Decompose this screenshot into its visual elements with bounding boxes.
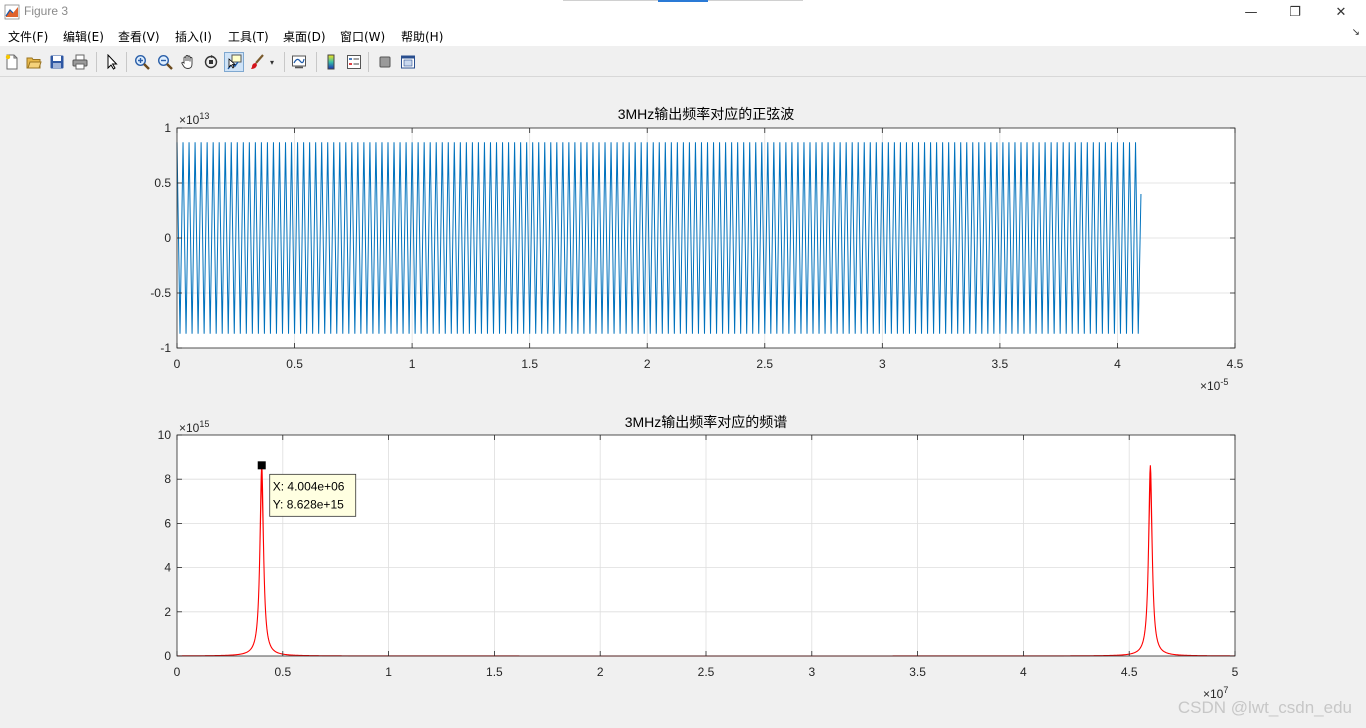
- x-tick-label-spectrum: 0.5: [274, 665, 291, 679]
- show-plot-tools-icon[interactable]: [398, 52, 418, 72]
- pan-hand-icon[interactable]: [178, 52, 198, 72]
- toolbar-separator: [96, 52, 97, 72]
- data-cursor-icon[interactable]: [224, 52, 244, 72]
- x-tick-label-sine: 3: [879, 357, 886, 371]
- minimize-button[interactable]: —: [1228, 0, 1274, 24]
- x-tick-label-spectrum: 2: [597, 665, 604, 679]
- x-tick-label-sine: 1: [409, 357, 416, 371]
- x-tick-label-spectrum: 0: [174, 665, 181, 679]
- subplot-sine-wave: 3MHz输出频率对应的正弦波 0 0.5 1 1.5 2 2.5 3 3.5 4 4.5 -1 -0…: [150, 106, 1243, 393]
- menu-help[interactable]: 帮助(H): [401, 28, 443, 45]
- y-tick-label-sine: 0.5: [154, 176, 171, 190]
- zoom-out-icon[interactable]: [155, 52, 175, 72]
- figure-toolbar: ▾: [0, 48, 1366, 77]
- menu-insert[interactable]: 插入(I): [175, 28, 212, 45]
- x-tick-label-spectrum: 3: [808, 665, 815, 679]
- x-tick-label-sine: 0.5: [286, 357, 303, 371]
- print-icon[interactable]: [70, 52, 90, 72]
- brush-icon[interactable]: [247, 52, 267, 72]
- menu-window[interactable]: 窗口(W): [340, 28, 385, 45]
- datatip-x-text: X: 4.004e+06: [273, 479, 345, 493]
- x-tick-label-spectrum: 1: [385, 665, 392, 679]
- x-tick-label-sine: 4: [1114, 357, 1121, 371]
- window-title: Figure 3: [24, 4, 69, 18]
- figure-canvas: 3MHz输出频率对应的正弦波 0 0.5 1 1.5 2 2.5 3 3.5 4 4.5 -1 -0…: [150, 106, 1243, 701]
- colorbar-icon[interactable]: [321, 52, 341, 72]
- toolbar-separator: [284, 52, 285, 72]
- x-tick-label-spectrum: 3.5: [909, 665, 926, 679]
- x-tick-label-sine: 1.5: [521, 357, 538, 371]
- save-icon[interactable]: [47, 52, 67, 72]
- y-tick-label-spectrum: 10: [158, 428, 172, 442]
- legend-icon[interactable]: [344, 52, 364, 72]
- menu-view[interactable]: 查看(V): [118, 28, 160, 45]
- y-tick-label-spectrum: 0: [164, 649, 171, 663]
- x-tick-label-spectrum: 5: [1232, 665, 1239, 679]
- toolbar-separator: [368, 52, 369, 72]
- x-tick-label-sine: 2.5: [756, 357, 773, 371]
- rotate-3d-icon[interactable]: [201, 52, 221, 72]
- datatip-y-text: Y: 8.628e+15: [273, 497, 344, 511]
- matlab-logo-icon: [4, 4, 20, 20]
- menu-file[interactable]: 文件(F): [8, 28, 48, 45]
- menu-bar: 文件(F) 编辑(E) 查看(V) 插入(I) 工具(T) 桌面(D) 窗口(W…: [0, 24, 1366, 46]
- x-exponent-sine: ×10-5: [1200, 377, 1228, 393]
- y-exponent-sine: ×1013: [179, 111, 209, 127]
- select-arrow-icon[interactable]: [102, 52, 122, 72]
- y-tick-label-spectrum: 6: [164, 516, 171, 530]
- new-figure-icon[interactable]: [2, 52, 22, 72]
- x-tick-label-spectrum: 2.5: [698, 665, 715, 679]
- watermark: CSDN @lwt_csdn_edu: [1177, 698, 1352, 717]
- y-exponent-spectrum: ×1015: [179, 419, 209, 435]
- title-strip-active: [658, 0, 708, 2]
- y-tick-label-sine: 0: [164, 231, 171, 245]
- close-button[interactable]: ✕: [1318, 0, 1364, 24]
- open-file-icon[interactable]: [24, 52, 44, 72]
- title-strip-left: [563, 0, 658, 1]
- maximize-button[interactable]: ❐: [1272, 0, 1318, 24]
- menu-tools[interactable]: 工具(T): [228, 28, 269, 45]
- y-tick-label-sine: -0.5: [150, 286, 171, 300]
- menu-overflow-icon[interactable]: ↘: [1352, 27, 1360, 38]
- y-tick-label-sine: -1: [160, 341, 171, 355]
- datatip-marker[interactable]: [257, 461, 266, 470]
- x-tick-label-sine: 4.5: [1227, 357, 1244, 371]
- x-tick-label-sine: 0: [174, 357, 181, 371]
- x-tick-label-sine: 3.5: [992, 357, 1009, 371]
- zoom-in-icon[interactable]: [132, 52, 152, 72]
- menu-desktop[interactable]: 桌面(D): [283, 28, 326, 45]
- title-strip-right: [708, 0, 803, 1]
- y-tick-label-spectrum: 8: [164, 472, 171, 486]
- subplot-spectrum: 3MHz输出频率对应的频谱 0 0.5 1 1.5 2 2.5 3 3.5 4 4.5 5 0 2 4 6…: [158, 414, 1239, 701]
- subplot-spectrum-title: 3MHz输出频率对应的频谱: [625, 414, 788, 430]
- brush-dropdown-icon[interactable]: ▾: [267, 52, 277, 72]
- x-tick-label-sine: 2: [644, 357, 651, 371]
- menu-edit[interactable]: 编辑(E): [63, 28, 104, 45]
- x-tick-label-spectrum: 4: [1020, 665, 1027, 679]
- y-tick-label-sine: 1: [164, 121, 171, 135]
- y-tick-label-spectrum: 2: [164, 605, 171, 619]
- subplot-sine-title: 3MHz输出频率对应的正弦波: [618, 106, 795, 122]
- hide-plot-tools-icon[interactable]: [375, 52, 395, 72]
- link-plot-icon[interactable]: [289, 52, 309, 72]
- toolbar-separator: [316, 52, 317, 72]
- toolbar-separator: [126, 52, 127, 72]
- x-tick-label-spectrum: 1.5: [486, 665, 503, 679]
- x-tick-label-spectrum: 4.5: [1121, 665, 1138, 679]
- y-tick-label-spectrum: 4: [164, 561, 171, 575]
- title-bar: Figure 3 — ❐ ✕: [0, 0, 1366, 24]
